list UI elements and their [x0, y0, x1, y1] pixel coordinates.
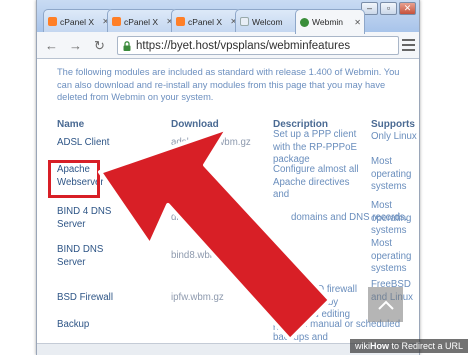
back-arrow-icon[interactable]: ←: [43, 37, 60, 54]
module-description: Set up a PPP client with the RP-PPPoE pa…: [273, 129, 357, 165]
tab-label: Welcom: [252, 16, 283, 27]
cpanel-icon: [112, 17, 121, 26]
download-link[interactable]: ipfw.wbm.gz: [171, 292, 261, 305]
module-link-bsd-firewall[interactable]: BSD Firewall: [57, 292, 133, 305]
address-bar[interactable]: https://byet.host/vpsplans/webminfeature…: [117, 36, 399, 55]
tab-cpanel-3[interactable]: cPanel X ✕: [171, 9, 241, 33]
download-link[interactable]: dnsad: [171, 212, 261, 225]
screenshot-stage: cPanel X ✕ cPanel X ✕ cPanel X ✕ Welcom …: [0, 0, 474, 355]
download-link[interactable]: adsl-client.wbm.gz: [171, 137, 261, 150]
tab-label: Webmin: [312, 17, 344, 27]
watermark-brand: wiki: [354, 341, 370, 351]
module-link-adsl-client[interactable]: ADSL Client: [57, 137, 133, 150]
tab-label: cPanel X: [188, 16, 223, 27]
module-link-bind4-dns-server[interactable]: BIND 4 DNS Server: [57, 206, 133, 231]
window-controls: – ▫ ✕: [361, 2, 416, 15]
module-supports: Most operating systems: [371, 200, 412, 236]
lock-icon: [123, 40, 131, 51]
tab-cpanel-1[interactable]: cPanel X ✕: [43, 9, 113, 33]
tab-label: cPanel X: [60, 16, 95, 27]
close-icon[interactable]: ✕: [399, 2, 416, 15]
module-description: Configure almost all Apache directives a…: [273, 164, 359, 200]
column-header-supports: Supports: [371, 119, 415, 130]
reload-icon[interactable]: ↻: [91, 37, 108, 54]
watermark-title: to Redirect a URL: [391, 341, 463, 351]
watermark-brand-bold: How: [369, 341, 389, 351]
tab-cpanel-2[interactable]: cPanel X ✕: [107, 9, 177, 33]
wikihow-watermark: wikiHow to Redirect a URL: [349, 339, 468, 353]
tab-strip: cPanel X ✕ cPanel X ✕ cPanel X ✕ Welcom …: [37, 0, 419, 34]
module-supports: Only Linux: [371, 131, 417, 142]
module-supports: Most operating systems: [371, 238, 412, 274]
column-header-download: Download: [171, 119, 219, 130]
menu-icon[interactable]: [402, 39, 415, 52]
url-text: https://byet.host/vpsplans/webminfeature…: [136, 39, 351, 52]
intro-paragraph: The following modules are included as st…: [57, 67, 400, 103]
tab-label: cPanel X: [124, 16, 159, 27]
cpanel-icon: [176, 17, 185, 26]
highlight-box: [48, 160, 100, 198]
scroll-to-top-button[interactable]: [368, 287, 403, 322]
forward-arrow-icon[interactable]: →: [67, 37, 84, 54]
cpanel-icon: [48, 17, 57, 26]
module-link-backup[interactable]: Backup: [57, 319, 133, 332]
webpage-content: The following modules are included as st…: [37, 60, 419, 343]
chevron-up-icon: [377, 300, 394, 310]
tab-webmin[interactable]: Webmin ✕: [295, 9, 365, 34]
module-supports: Most operating systems: [371, 156, 412, 192]
page-icon: [240, 17, 249, 26]
column-header-name: Name: [57, 119, 85, 130]
webmin-icon: [300, 17, 309, 27]
maximize-icon[interactable]: ▫: [380, 2, 397, 15]
download-link[interactable]: bind8.wbm.gz: [171, 250, 261, 263]
close-tab-icon[interactable]: ✕: [354, 18, 364, 27]
browser-toolbar: ← → ↻ https://byet.host/vpsplans/webminf…: [37, 32, 419, 59]
module-link-bind-dns-server[interactable]: BIND DNS Server: [57, 244, 133, 269]
